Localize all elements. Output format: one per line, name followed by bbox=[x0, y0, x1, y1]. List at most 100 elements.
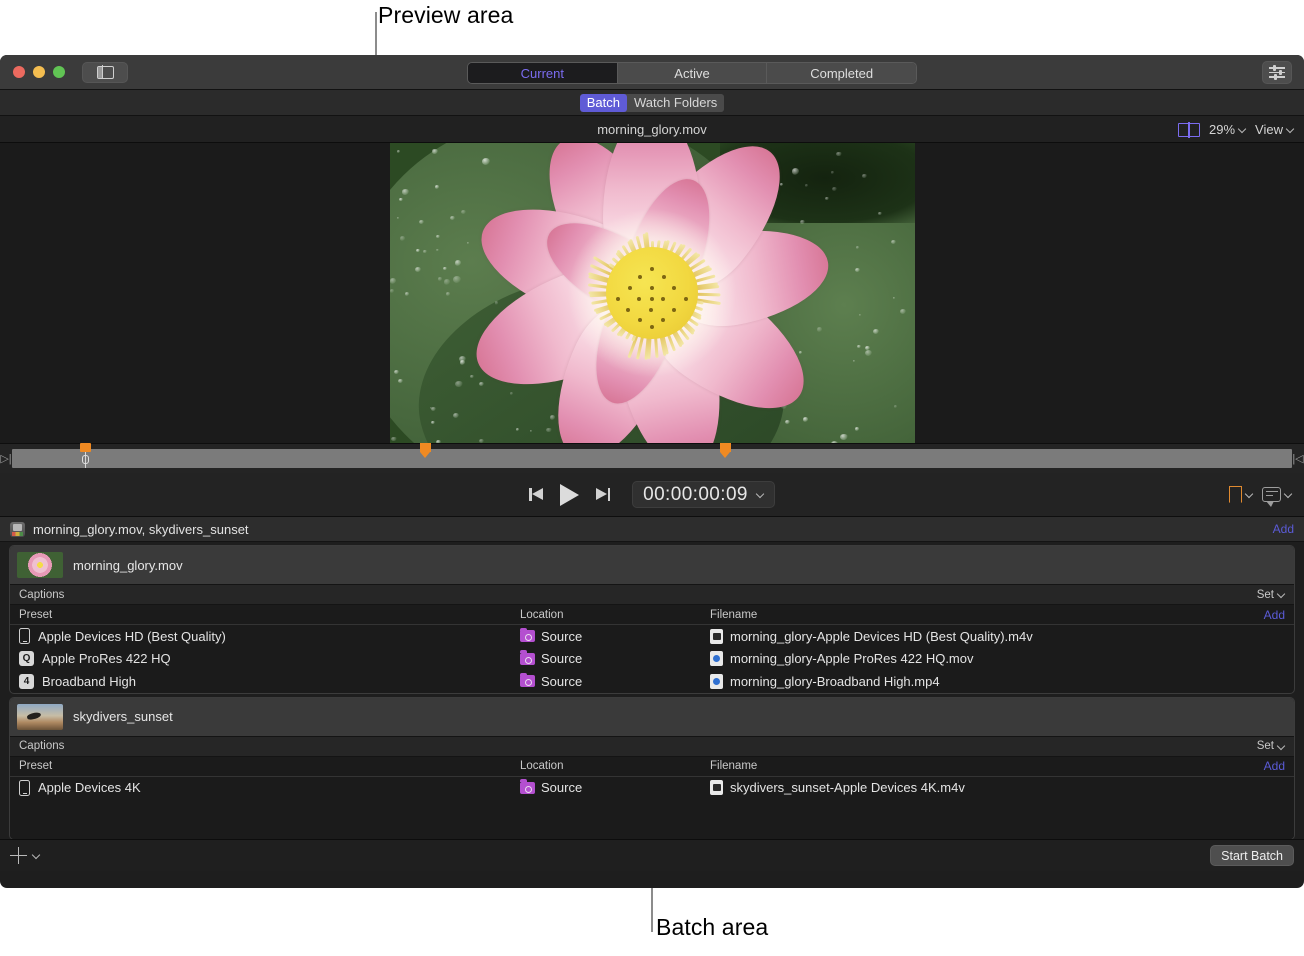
seed-pod-dot bbox=[671, 285, 677, 291]
water-droplet bbox=[389, 289, 395, 294]
video-preview-frame[interactable] bbox=[389, 143, 915, 443]
seed-pod-dot bbox=[649, 266, 655, 272]
subtab-batch[interactable]: Batch bbox=[579, 93, 627, 112]
water-droplet bbox=[865, 350, 873, 357]
zoom-level-control[interactable]: 29% bbox=[1209, 122, 1246, 137]
captions-label: Captions bbox=[19, 740, 65, 752]
seed-pod-dot bbox=[649, 296, 655, 302]
inspector-toggle-button[interactable] bbox=[1262, 61, 1292, 84]
tab-completed[interactable]: Completed bbox=[767, 63, 916, 83]
table-row[interactable]: 4 Broadband High Source morning_glory-Br… bbox=[10, 670, 1294, 693]
phone-icon bbox=[19, 779, 30, 796]
preview-image-lotus bbox=[389, 143, 915, 443]
output-filename: skydivers_sunset-Apple Devices 4K.m4v bbox=[730, 780, 965, 796]
job-skydivers-sunset[interactable]: skydivers_sunset Captions Set Preset Loc… bbox=[9, 696, 1295, 840]
output-filename: morning_glory-Broadband High.mp4 bbox=[730, 673, 940, 689]
preview-file-title: morning_glory.mov bbox=[597, 121, 707, 137]
captions-row: Captions Set bbox=[10, 735, 1294, 757]
seed-pod-dot bbox=[648, 307, 654, 313]
batch-bottom-toolbar: Start Batch bbox=[0, 839, 1304, 871]
timecode-field[interactable]: 00:00:00:09 bbox=[632, 481, 775, 508]
captions-set-menu[interactable]: Set bbox=[1257, 740, 1285, 752]
preset-name: Broadband High bbox=[42, 673, 136, 689]
output-add-link[interactable]: Add bbox=[1264, 759, 1285, 773]
zoom-button[interactable] bbox=[53, 66, 65, 78]
column-header-location: Location bbox=[520, 608, 564, 621]
tab-active[interactable]: Active bbox=[617, 63, 768, 83]
job-title-row[interactable]: skydivers_sunset bbox=[10, 697, 1294, 736]
table-row[interactable]: Apple Devices HD (Best Quality) Source m… bbox=[10, 625, 1294, 648]
batch-icon bbox=[10, 521, 25, 537]
chevron-down-icon bbox=[1239, 126, 1246, 133]
job-empty-space bbox=[10, 799, 1294, 839]
start-batch-button[interactable]: Start Batch bbox=[1210, 845, 1294, 866]
view-mode-segmented-control[interactable]: Current Active Completed bbox=[467, 62, 917, 84]
job-thumbnail bbox=[17, 703, 63, 730]
folder-icon bbox=[520, 779, 535, 794]
compressor-window: Current Active Completed Batch Watch Fol… bbox=[0, 55, 1304, 888]
four-badge-icon: 4 bbox=[19, 673, 34, 689]
job-name: skydivers_sunset bbox=[73, 709, 173, 724]
preset-name: Apple Devices HD (Best Quality) bbox=[38, 628, 226, 644]
water-droplet bbox=[872, 328, 880, 335]
water-droplet bbox=[396, 149, 401, 153]
location-name: Source bbox=[541, 780, 583, 796]
timeline-marker[interactable] bbox=[720, 443, 731, 458]
sidebar-toggle-button[interactable] bbox=[82, 61, 128, 83]
tab-current[interactable]: Current bbox=[468, 63, 618, 83]
batch-add-link[interactable]: Add bbox=[1273, 522, 1294, 536]
seed-pod-dot bbox=[660, 317, 666, 323]
annotation-preview-area: Preview area bbox=[378, 2, 514, 28]
preview-header: morning_glory.mov 29% View bbox=[0, 116, 1304, 143]
timeline-end-icon: |◁ bbox=[1292, 453, 1304, 465]
location-name: Source bbox=[541, 673, 583, 689]
preset-name: Apple Devices 4K bbox=[38, 780, 141, 796]
job-thumbnail bbox=[17, 552, 63, 578]
playback-buttons bbox=[529, 483, 611, 506]
captions-label: Captions bbox=[19, 588, 65, 601]
subtab-watch-folders[interactable]: Watch Folders bbox=[626, 93, 725, 112]
table-row[interactable]: Q Apple ProRes 422 HQ Source morning_glo… bbox=[10, 648, 1294, 671]
table-row[interactable]: Apple Devices 4K Source skydivers_sunset… bbox=[10, 777, 1294, 800]
location-name: Source bbox=[541, 651, 583, 667]
window-titlebar: Current Active Completed bbox=[0, 55, 1304, 90]
output-add-link[interactable]: Add bbox=[1264, 608, 1285, 622]
output-filename: morning_glory-Apple Devices HD (Best Qua… bbox=[730, 628, 1033, 644]
mp4-file-icon bbox=[710, 673, 723, 689]
subtab-group[interactable]: Batch Watch Folders bbox=[579, 93, 725, 112]
timeline-marker[interactable] bbox=[420, 443, 431, 458]
add-menu-button[interactable] bbox=[10, 847, 40, 864]
preview-timeline[interactable]: ▷| |◁ bbox=[0, 443, 1304, 473]
water-droplet bbox=[893, 297, 896, 300]
water-droplet bbox=[893, 405, 897, 408]
captions-set-menu[interactable]: Set bbox=[1257, 589, 1285, 601]
water-droplet bbox=[878, 211, 882, 215]
view-menu-label: View bbox=[1255, 122, 1283, 137]
minimize-button[interactable] bbox=[33, 66, 45, 78]
seed-pod-dot bbox=[671, 307, 677, 313]
column-header-location: Location bbox=[520, 760, 564, 772]
captions-row: Captions Set bbox=[10, 584, 1294, 605]
transport-controls: 00:00:00:09 bbox=[0, 473, 1304, 517]
folder-icon bbox=[520, 627, 535, 643]
timeline-track[interactable] bbox=[12, 443, 1292, 468]
next-frame-button[interactable] bbox=[595, 487, 611, 502]
chevron-down-icon bbox=[1285, 491, 1292, 498]
close-button[interactable] bbox=[13, 66, 25, 78]
water-droplet bbox=[435, 234, 441, 239]
job-morning-glory[interactable]: morning_glory.mov Captions Set Preset Lo… bbox=[9, 545, 1295, 694]
previous-frame-button[interactable] bbox=[529, 487, 544, 502]
job-title-row[interactable]: morning_glory.mov bbox=[10, 546, 1294, 584]
marker-menu[interactable] bbox=[1229, 486, 1253, 503]
water-droplet bbox=[432, 149, 438, 154]
output-filename: morning_glory-Apple ProRes 422 HQ.mov bbox=[730, 651, 974, 667]
chevron-down-icon bbox=[33, 852, 40, 859]
batch-watchfolders-tabs: Batch Watch Folders bbox=[0, 90, 1304, 116]
play-button[interactable] bbox=[560, 483, 580, 506]
m4v-file-icon bbox=[710, 780, 723, 796]
view-menu[interactable]: View bbox=[1255, 122, 1294, 137]
playhead[interactable] bbox=[80, 443, 91, 468]
caption-menu[interactable] bbox=[1262, 487, 1292, 507]
split-view-icon[interactable] bbox=[1178, 121, 1201, 138]
water-droplet bbox=[435, 185, 440, 190]
